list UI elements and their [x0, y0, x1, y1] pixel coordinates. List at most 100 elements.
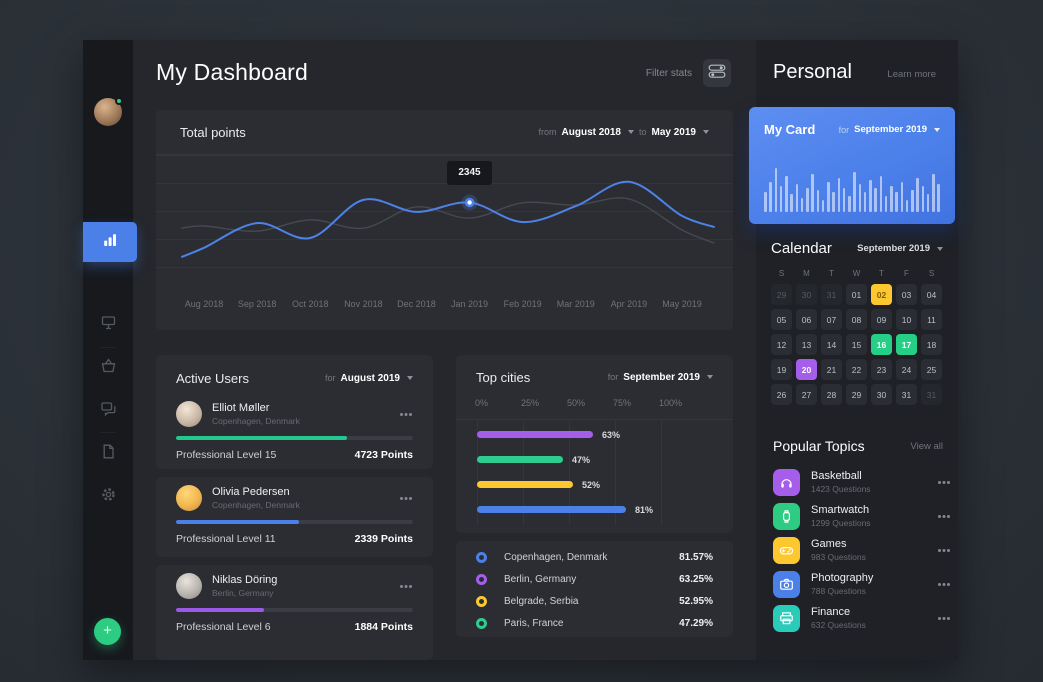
- topic-questions: 1423 Questions: [811, 484, 871, 494]
- add-button[interactable]: +: [94, 618, 121, 645]
- mini-bar: [901, 182, 904, 212]
- calendar-day[interactable]: 22: [846, 359, 867, 380]
- mini-bar: [937, 184, 940, 212]
- calendar-title: Calendar: [771, 240, 832, 257]
- calendar-period-selector[interactable]: September 2019: [857, 243, 943, 254]
- sidebar-item-messages[interactable]: [83, 398, 133, 424]
- more-options-icon[interactable]: [938, 617, 941, 620]
- calendar-day[interactable]: 18: [921, 334, 942, 355]
- calendar-day[interactable]: 23: [871, 359, 892, 380]
- calendar-day[interactable]: 31: [921, 384, 942, 405]
- calendar-day[interactable]: 06: [796, 309, 817, 330]
- calendar-day[interactable]: 25: [921, 359, 942, 380]
- my-card[interactable]: My Card for September 2019: [749, 107, 955, 224]
- more-options-icon[interactable]: [938, 583, 941, 586]
- highlighted-data-point[interactable]: [462, 195, 478, 211]
- legend-value: 52.95%: [679, 596, 713, 607]
- more-options-icon[interactable]: [400, 413, 403, 416]
- cities-bar-chart: 63%47%52%81%: [456, 421, 733, 533]
- weekday-label: S: [921, 269, 942, 278]
- calendar-day[interactable]: 28: [821, 384, 842, 405]
- topic-name: Photography: [811, 572, 873, 584]
- calendar-day[interactable]: 30: [871, 384, 892, 405]
- calendar-day[interactable]: 15: [846, 334, 867, 355]
- legend-row: Berlin, Germany63.25%: [476, 568, 713, 590]
- legend-ring-icon: [476, 552, 487, 563]
- calendar-day[interactable]: 13: [796, 334, 817, 355]
- period-selector[interactable]: for September 2019: [839, 124, 940, 135]
- axis-tick-label: 75%: [613, 398, 631, 408]
- calendar-day[interactable]: 11: [921, 309, 942, 330]
- weekday-label: T: [871, 269, 892, 278]
- sidebar-item-shop[interactable]: [83, 355, 133, 381]
- learn-more-link[interactable]: Learn more: [887, 69, 936, 80]
- calendar-day[interactable]: 02: [871, 284, 892, 305]
- city-bar: [477, 431, 593, 438]
- period-dropdown[interactable]: August 2019: [341, 373, 400, 384]
- calendar-day[interactable]: 09: [871, 309, 892, 330]
- divider: [101, 347, 115, 348]
- chart-tooltip: 2345: [447, 161, 492, 185]
- more-options-icon[interactable]: [938, 481, 941, 484]
- calendar-day[interactable]: 17: [896, 334, 917, 355]
- more-options-icon[interactable]: [400, 497, 403, 500]
- topic-item[interactable]: Basketball1423 Questions: [773, 465, 943, 499]
- for-label: for: [608, 372, 619, 382]
- sidebar: +: [83, 40, 133, 660]
- from-date-dropdown[interactable]: August 2018: [562, 127, 621, 138]
- calendar-day[interactable]: 31: [896, 384, 917, 405]
- calendar-day[interactable]: 27: [796, 384, 817, 405]
- topic-item[interactable]: Photography788 Questions: [773, 567, 943, 601]
- period-selector[interactable]: for September 2019: [608, 372, 713, 383]
- more-options-icon[interactable]: [400, 585, 403, 588]
- view-all-link[interactable]: View all: [910, 441, 943, 452]
- user-avatar[interactable]: [94, 98, 122, 126]
- document-icon: [100, 443, 117, 465]
- calendar-day[interactable]: 05: [771, 309, 792, 330]
- topic-item[interactable]: Games983 Questions: [773, 533, 943, 567]
- more-options-icon[interactable]: [938, 549, 941, 552]
- mini-bar: [827, 182, 830, 212]
- axis-tick-label: 50%: [567, 398, 585, 408]
- sidebar-item-documents[interactable]: [83, 441, 133, 467]
- weekday-label: T: [821, 269, 842, 278]
- topic-item[interactable]: Finance632 Questions: [773, 601, 943, 635]
- cities-legend: Copenhagen, Denmark81.57%Berlin, Germany…: [456, 541, 733, 637]
- calendar-day[interactable]: 04: [921, 284, 942, 305]
- user-name: Elliot Møller: [212, 402, 300, 414]
- period-dropdown[interactable]: September 2019: [623, 372, 700, 383]
- calendar-day[interactable]: 03: [896, 284, 917, 305]
- calendar-day[interactable]: 14: [821, 334, 842, 355]
- mini-bar: [911, 190, 914, 212]
- calendar-day[interactable]: 26: [771, 384, 792, 405]
- topic-item[interactable]: Smartwatch1299 Questions: [773, 499, 943, 533]
- calendar-day[interactable]: 24: [896, 359, 917, 380]
- calendar-day[interactable]: 16: [871, 334, 892, 355]
- active-users-block: Olivia PedersenCopenhagen, DenmarkProfes…: [156, 477, 433, 557]
- more-options-icon[interactable]: [938, 515, 941, 518]
- calendar-day[interactable]: 10: [896, 309, 917, 330]
- legend-city: Berlin, Germany: [504, 574, 576, 585]
- to-date-dropdown[interactable]: May 2019: [652, 127, 696, 138]
- period-selector[interactable]: for August 2019: [325, 373, 413, 384]
- calendar-day[interactable]: 08: [846, 309, 867, 330]
- period-dropdown[interactable]: September 2019: [854, 124, 927, 135]
- mini-bar: [880, 176, 883, 212]
- sidebar-item-boards[interactable]: [83, 312, 133, 338]
- calendar-day[interactable]: 12: [771, 334, 792, 355]
- calendar-day[interactable]: 01: [846, 284, 867, 305]
- calendar-day[interactable]: 30: [796, 284, 817, 305]
- sidebar-item-dashboard[interactable]: [83, 222, 137, 262]
- filter-stats-button[interactable]: [703, 59, 731, 87]
- calendar-day[interactable]: 21: [821, 359, 842, 380]
- calendar-day[interactable]: 07: [821, 309, 842, 330]
- calendar-day[interactable]: 29: [846, 384, 867, 405]
- period-dropdown[interactable]: September 2019: [857, 243, 930, 254]
- sidebar-item-settings[interactable]: [83, 484, 133, 510]
- panel-title: Personal: [773, 61, 852, 84]
- calendar-day[interactable]: 19: [771, 359, 792, 380]
- calendar-day[interactable]: 29: [771, 284, 792, 305]
- calendar-day[interactable]: 20: [796, 359, 817, 380]
- city-bar: [477, 456, 563, 463]
- calendar-day[interactable]: 31: [821, 284, 842, 305]
